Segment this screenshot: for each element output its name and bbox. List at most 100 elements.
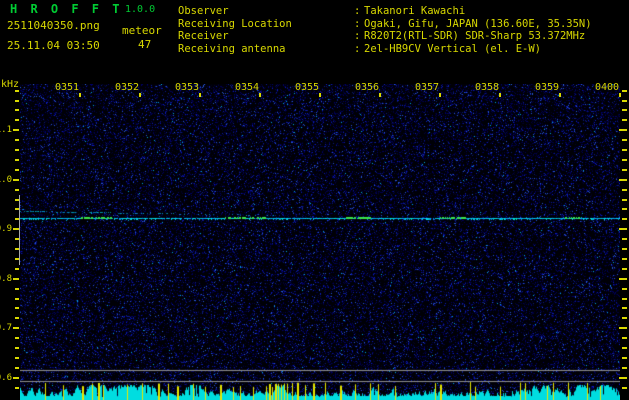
info-row-observer: Observer: Takanori Kawachi	[178, 5, 465, 17]
freq-axis-label: 1.0	[0, 174, 12, 185]
freq-minor-tick-right	[622, 248, 627, 250]
freq-minor-tick-right	[622, 288, 627, 290]
time-tick	[559, 93, 561, 97]
freq-minor-tick-right	[622, 139, 627, 141]
observation-datetime: 25.11.04 03:50	[7, 39, 100, 52]
freq-major-tick-right	[619, 178, 627, 181]
time-tick	[619, 93, 621, 97]
info-separator: :	[354, 5, 361, 17]
time-axis-label: 0354	[235, 82, 260, 93]
freq-minor-tick-left	[15, 238, 19, 240]
freq-major-tick-right	[619, 277, 627, 280]
time-tick	[379, 93, 381, 97]
freq-major-tick-left	[13, 129, 19, 131]
time-tick	[439, 93, 441, 97]
freq-major-tick-left	[13, 178, 19, 181]
freq-minor-tick-right	[622, 149, 627, 151]
freq-minor-tick-left	[15, 347, 19, 349]
freq-minor-tick-left	[15, 307, 19, 309]
info-separator: :	[354, 42, 361, 55]
freq-minor-tick-left	[15, 357, 19, 359]
info-value: R820T2(RTL-SDR) SDR-Sharp 53.372MHz	[364, 30, 586, 42]
freq-minor-tick-right	[622, 268, 627, 270]
freq-minor-tick-right	[622, 199, 627, 201]
time-axis-label: 0351	[55, 82, 80, 93]
info-label: Receiver	[178, 30, 229, 42]
freq-minor-tick-right	[622, 317, 627, 319]
time-tick	[79, 93, 81, 97]
output-filename: 2511040350.png	[7, 19, 100, 32]
freq-minor-tick-left	[15, 208, 19, 210]
freq-minor-tick-left	[15, 199, 19, 201]
freq-minor-tick-right	[622, 298, 627, 300]
freq-minor-tick-left	[15, 90, 19, 92]
freq-axis-label: 0.9	[0, 224, 12, 234]
freq-minor-tick-left	[15, 317, 19, 319]
freq-minor-tick-left	[15, 109, 19, 111]
info-value: Takanori Kawachi	[364, 5, 466, 17]
freq-minor-tick-left	[15, 218, 19, 220]
freq-minor-tick-right	[622, 307, 627, 309]
freq-major-tick-left	[13, 277, 19, 280]
freq-minor-tick-right	[622, 357, 627, 359]
freq-minor-tick-right	[622, 100, 627, 102]
time-axis-label: 0357	[415, 82, 440, 93]
time-axis-label: 0355	[295, 82, 320, 93]
freq-axis-unit-label: kHz	[1, 79, 20, 90]
freq-minor-tick-left	[15, 387, 19, 389]
freq-axis-label: 1.1	[0, 125, 12, 135]
freq-minor-tick-left	[15, 288, 19, 290]
echo-count: 47	[138, 38, 152, 51]
freq-minor-tick-right	[622, 337, 627, 339]
time-axis-label: 0359	[535, 82, 560, 93]
observation-mode-label: meteor	[122, 24, 162, 37]
freq-minor-tick-right	[622, 238, 627, 240]
info-label: Receiving Location	[178, 17, 292, 30]
freq-axis-label: 0.6	[0, 372, 12, 383]
info-row-location: Receiving Location: Ogaki, Gifu, JAPAN (1…	[178, 18, 592, 30]
freq-major-tick-left	[13, 228, 19, 230]
freq-major-tick-right	[619, 327, 627, 329]
freq-minor-tick-left	[15, 248, 19, 250]
freq-minor-tick-right	[622, 218, 627, 220]
info-value: 2el-HB9CV Vertical (el. E-W)	[364, 42, 542, 55]
time-tick	[319, 93, 321, 97]
app-title: H R O F F T	[10, 2, 123, 16]
freq-axis-label: 0.8	[0, 273, 12, 284]
time-tick	[199, 93, 201, 97]
time-axis-label: 0352	[115, 82, 140, 93]
freq-major-tick-left	[13, 327, 19, 329]
freq-minor-tick-left	[15, 100, 19, 102]
freq-minor-tick-left	[15, 139, 19, 141]
info-row-receiver: Receiver: R820T2(RTL-SDR) SDR-Sharp 53.37…	[178, 30, 585, 42]
time-axis-label: 0400	[595, 82, 620, 93]
left-edge-marker-line	[19, 195, 20, 265]
freq-axis-label: 0.7	[0, 323, 12, 333]
freq-minor-tick-right	[622, 367, 627, 369]
freq-major-tick-right	[619, 376, 627, 379]
time-axis-label: 0358	[475, 82, 500, 93]
freq-minor-tick-right	[622, 347, 627, 349]
freq-minor-tick-right	[622, 387, 627, 389]
freq-minor-tick-right	[622, 189, 627, 191]
freq-minor-tick-right	[622, 159, 627, 161]
app-version: 1.0.0	[125, 4, 156, 15]
spectrogram-canvas	[20, 84, 620, 400]
freq-minor-tick-left	[15, 367, 19, 369]
hrofft-output-screen: H R O F F T 1.0.0 2511040350.png meteor …	[0, 0, 629, 400]
freq-minor-tick-right	[622, 258, 627, 260]
freq-minor-tick-left	[15, 169, 19, 171]
time-tick	[139, 93, 141, 97]
freq-minor-tick-left	[15, 337, 19, 339]
freq-minor-tick-left	[15, 298, 19, 300]
freq-minor-tick-left	[15, 159, 19, 161]
freq-major-tick-right	[619, 228, 627, 230]
freq-minor-tick-left	[15, 119, 19, 121]
time-tick	[499, 93, 501, 97]
freq-minor-tick-left	[15, 268, 19, 270]
time-axis-label: 0353	[175, 82, 200, 93]
info-label: Receiving antenna	[178, 42, 286, 55]
freq-minor-tick-right	[622, 208, 627, 210]
freq-major-tick-left	[13, 376, 19, 379]
freq-minor-tick-left	[15, 149, 19, 151]
